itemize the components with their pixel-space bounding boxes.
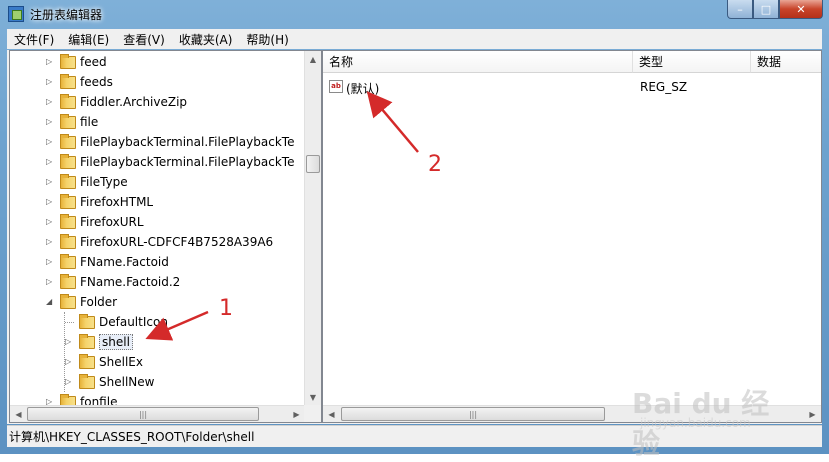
annotation-label-2: 2 <box>428 152 442 177</box>
watermark-url: jingyan.baidu.com <box>640 416 751 430</box>
arrow-to-default-value <box>366 91 419 153</box>
arrow-to-shell <box>145 310 209 341</box>
baidu-watermark: Bai du 经验 jingyan.baidu.com <box>632 382 792 460</box>
annotation-label-1: 1 <box>219 296 233 321</box>
